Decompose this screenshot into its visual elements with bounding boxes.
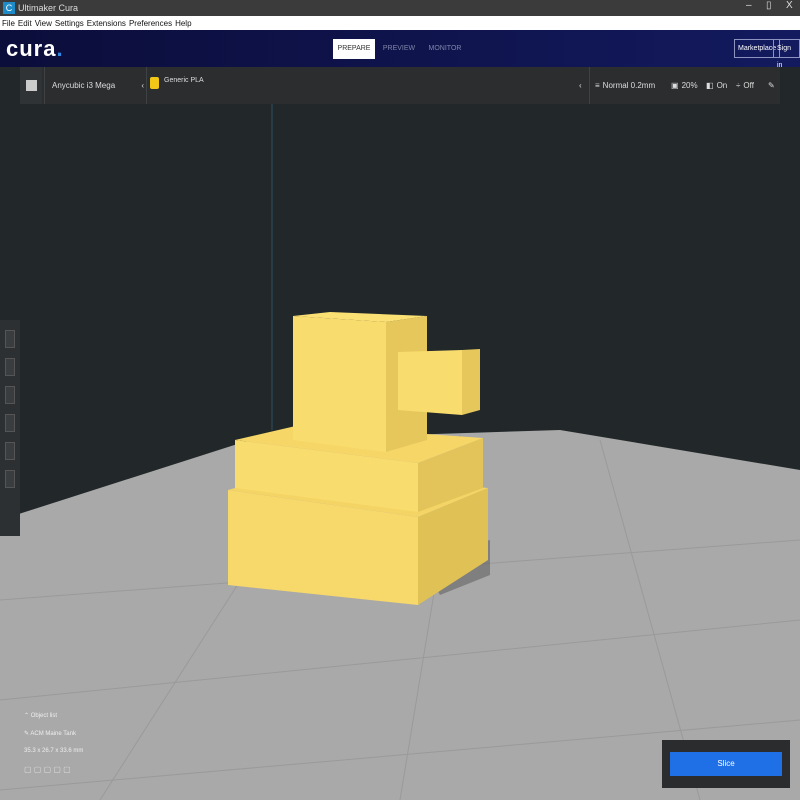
object-dimensions: 35.3 x 26.7 x 33.6 mm — [24, 748, 84, 754]
menu-settings[interactable]: Settings — [55, 19, 84, 28]
menu-bar: File Edit View Settings Extensions Prefe… — [0, 16, 800, 30]
edit-settings-button[interactable]: ✎ — [768, 67, 775, 104]
3d-viewport[interactable] — [0, 104, 800, 800]
header: cura. PREPARE PREVIEW MONITOR Marketplac… — [0, 30, 800, 69]
material-name: Generic PLA — [164, 77, 204, 84]
close-button[interactable]: X — [786, 0, 793, 11]
infill-icon: ▣ — [671, 81, 679, 90]
print-setup-toolbar: Anycubic i3 Mega ‹ Generic PLA ‹ ≡ Normal … — [20, 67, 780, 104]
minimize-button[interactable]: – — [746, 0, 752, 11]
move-tool-icon[interactable] — [5, 330, 15, 348]
maximize-button[interactable]: ▯ — [766, 0, 772, 11]
cura-logo: cura. — [6, 36, 64, 61]
open-file-button[interactable] — [20, 67, 42, 104]
menu-view[interactable]: View — [35, 19, 52, 28]
adhesion-icon: ÷ — [736, 81, 741, 90]
slice-button[interactable]: Slice — [670, 752, 782, 776]
sign-in-button[interactable]: Sign in — [773, 39, 800, 69]
support-setting[interactable]: ◧ On — [706, 67, 727, 104]
extruder-icon — [150, 77, 159, 89]
view-buttons: ▢ ▢ ▢ ▢ ▢ — [24, 765, 71, 774]
chevron-left-icon: ‹ — [141, 81, 144, 90]
printer-name: Anycubic i3 Mega — [52, 81, 116, 90]
object-list-label: Object list — [30, 713, 58, 719]
folder-icon — [25, 80, 37, 91]
mirror-tool-icon[interactable] — [5, 414, 15, 432]
left-toolbar — [0, 320, 20, 536]
menu-extensions[interactable]: Extensions — [87, 19, 126, 28]
infill-value: 20% — [681, 81, 698, 90]
menu-preferences[interactable]: Preferences — [129, 19, 172, 28]
cura-app-icon: C — [3, 2, 15, 14]
support-blocker-icon[interactable] — [5, 470, 15, 488]
adhesion-setting[interactable]: ÷ Off — [736, 67, 754, 104]
profile-name: Normal 0.2mm — [602, 81, 656, 90]
rotate-tool-icon[interactable] — [5, 386, 15, 404]
menu-help[interactable]: Help — [175, 19, 191, 28]
chevron-left-icon[interactable]: ‹ — [579, 67, 582, 104]
support-value: On — [716, 81, 728, 90]
object-name: ACM Maine Tank — [30, 731, 76, 737]
tab-prepare[interactable]: PREPARE — [333, 39, 375, 59]
object-list-toggle[interactable]: ⌃ Object list — [24, 712, 83, 719]
menu-file[interactable]: File — [2, 19, 15, 28]
tab-preview[interactable]: PREVIEW — [380, 39, 418, 59]
per-model-settings-icon[interactable] — [5, 442, 15, 460]
slice-panel: Slice — [662, 740, 790, 788]
object-info: ⌃ Object list ✎ ACM Maine Tank 35.3 x 26… — [24, 712, 83, 785]
tab-monitor[interactable]: MONITOR — [424, 39, 466, 59]
pencil-icon: ✎ — [768, 81, 775, 90]
title-bar: C Ultimaker Cura – ▯ X — [0, 0, 800, 16]
infill-setting[interactable]: ▣ 20% — [671, 67, 698, 104]
profile-icon: ≡ — [595, 81, 600, 90]
material-selector[interactable]: Generic PLA — [150, 67, 204, 104]
printer-selector[interactable]: Anycubic i3 Mega ‹ — [52, 67, 144, 104]
scale-tool-icon[interactable] — [5, 358, 15, 376]
profile-selector[interactable]: ≡ Normal 0.2mm — [595, 67, 655, 104]
adhesion-value: Off — [743, 81, 754, 90]
menu-edit[interactable]: Edit — [18, 19, 32, 28]
window-title: Ultimaker Cura — [18, 3, 79, 13]
support-icon: ◧ — [706, 81, 714, 90]
